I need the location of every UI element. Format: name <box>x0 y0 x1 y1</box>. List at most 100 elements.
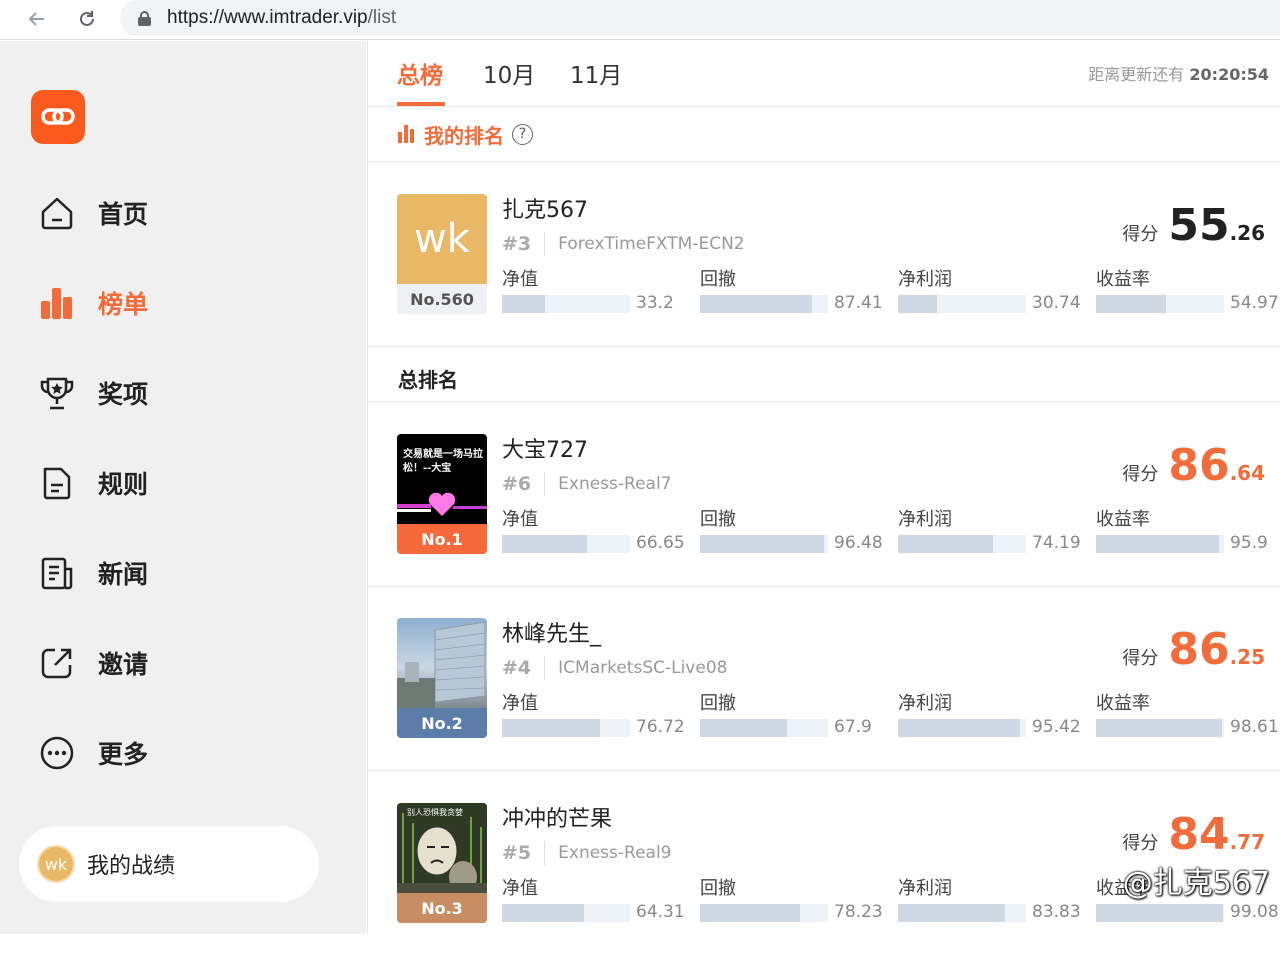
metric-bar-fill <box>502 535 588 553</box>
ranking-row[interactable]: 交易就是一场马拉松！--大宝 No.1 大宝727 #6 Exness-Real7… <box>368 402 1280 586</box>
metric: 回撤 78.23 <box>700 874 890 922</box>
tab-bar: 总榜 10月 11月 距离更新还有 20:20:54 <box>368 41 1280 107</box>
trader-name: 扎克567 <box>502 198 588 223</box>
sidebar: 首页 榜单 奖项 规则 新闻 邀请 更多 wk 我的战绩 <box>0 41 366 934</box>
metric-value: 87.41 <box>834 293 883 313</box>
rank-badge: No.560 <box>397 284 487 314</box>
rank-badge: No.1 <box>397 524 487 554</box>
metric-bar-fill <box>1096 295 1167 313</box>
url-text: https://www.imtrader.vip/list <box>167 7 397 28</box>
sidebar-item-rules[interactable]: 规则 <box>38 461 148 505</box>
metric-name: 收益率 <box>1096 269 1150 290</box>
metric-bar <box>898 719 1026 737</box>
metric: 净利润 83.83 <box>898 874 1088 922</box>
metric-bar <box>700 295 828 313</box>
metric-name: 净值 <box>502 509 538 530</box>
trader-server: ForexTimeFXTM-ECN2 <box>558 234 745 254</box>
metric-value: 96.48 <box>834 533 883 553</box>
trophy-icon <box>38 374 76 412</box>
metric-value: 78.23 <box>834 902 883 922</box>
trader-name: 大宝727 <box>502 438 588 463</box>
metric-value: 98.61 <box>1230 717 1279 737</box>
sidebar-item-label: 规则 <box>98 470 149 499</box>
metric-value: 54.97 <box>1230 293 1279 313</box>
metric-bar <box>1096 719 1224 737</box>
section-title: 总排名 <box>398 368 458 392</box>
metric-value: 30.74 <box>1032 293 1081 313</box>
score: 得分 84.77 <box>1122 809 1265 860</box>
score: 得分 86.25 <box>1122 624 1265 675</box>
metric: 收益率 54.97 <box>1096 265 1280 313</box>
trader-meta: #4 ICMarketsSC-Live08 <box>502 656 727 680</box>
main-content: 总榜 10月 11月 距离更新还有 20:20:54 我的排名 ? wk No.… <box>367 41 1280 934</box>
avatar: 交易就是一场马拉松！--大宝 No.1 <box>397 434 487 554</box>
metric-name: 回撤 <box>700 269 736 290</box>
sidebar-item-home[interactable]: 首页 <box>38 191 148 235</box>
metric-value: 67.9 <box>834 717 872 737</box>
my-rank-header: 我的排名 ? <box>368 107 1280 162</box>
sidebar-item-invite[interactable]: 邀请 <box>38 641 148 685</box>
metric-bar-fill <box>1096 535 1219 553</box>
metric-bar <box>1096 904 1224 922</box>
metric-name: 净利润 <box>898 509 952 530</box>
trader-rank: #3 <box>502 233 532 255</box>
sidebar-item-more[interactable]: 更多 <box>38 731 148 775</box>
metric-name: 回撤 <box>700 509 736 530</box>
bar-chart-icon <box>38 284 76 322</box>
metric-value: 95.9 <box>1230 533 1268 553</box>
metric-bar <box>502 904 630 922</box>
share-icon <box>38 644 76 682</box>
sidebar-item-label: 邀请 <box>98 650 149 679</box>
metric-name: 净利润 <box>898 878 952 899</box>
trader-server: ICMarketsSC-Live08 <box>558 658 728 678</box>
trader-meta: #3 ForexTimeFXTM-ECN2 <box>502 232 745 256</box>
reload-icon[interactable] <box>72 4 102 34</box>
my-rank-row[interactable]: wk No.560 扎克567 #3 ForexTimeFXTM-ECN2 净值 3… <box>368 162 1280 346</box>
metric: 收益率 98.61 <box>1096 689 1280 737</box>
metric: 净值 66.65 <box>502 505 692 553</box>
metric-bar-fill <box>700 719 787 737</box>
metric-bar <box>700 535 828 553</box>
metric: 收益率 95.9 <box>1096 505 1280 553</box>
metric-bar-fill <box>502 719 601 737</box>
trader-server: Exness-Real7 <box>558 474 672 494</box>
sidebar-item-awards[interactable]: 奖项 <box>38 371 148 415</box>
ranking-row[interactable]: No.2 林峰先生_ #4 ICMarketsSC-Live08 净值 76.72 回… <box>368 586 1280 770</box>
trader-name: 冲冲的芒果 <box>502 807 613 832</box>
sidebar-item-rankings[interactable]: 榜单 <box>38 281 148 325</box>
score: 得分 55.26 <box>1122 200 1265 251</box>
metric-bar <box>898 295 1026 313</box>
metric-value: 76.72 <box>636 717 685 737</box>
sidebar-item-label: 新闻 <box>98 560 149 589</box>
address-bar[interactable]: https://www.imtrader.vip/list <box>120 0 1280 36</box>
back-arrow-icon[interactable] <box>22 4 52 34</box>
metric-bar-fill <box>502 295 545 313</box>
metric-name: 回撤 <box>700 878 736 899</box>
avatar: 别人恐惧我贪婪 No.3 <box>397 803 487 923</box>
metric-bar-fill <box>502 904 585 922</box>
sidebar-item-label: 榜单 <box>98 290 149 319</box>
app-logo[interactable] <box>31 90 85 144</box>
tab-october[interactable]: 10月 <box>483 56 535 90</box>
my-rank-title: 我的排名 <box>424 123 504 148</box>
trader-server: Exness-Real9 <box>558 843 672 863</box>
tab-november[interactable]: 11月 <box>570 56 622 90</box>
metric: 净值 33.2 <box>502 265 692 313</box>
metric-name: 净利润 <box>898 693 952 714</box>
divider <box>368 346 1280 347</box>
metric-bar-fill <box>1096 719 1223 737</box>
tab-overall[interactable]: 总榜 <box>397 56 443 90</box>
metrics: 净值 76.72 回撤 67.9 净利润 95.42 收益率 98.61 <box>502 689 1279 739</box>
avatar: No.2 <box>397 618 487 738</box>
metric-value: 99.08 <box>1230 902 1279 922</box>
more-icon <box>38 734 76 772</box>
help-icon[interactable]: ? <box>512 123 533 145</box>
metric: 净利润 74.19 <box>898 505 1088 553</box>
metric-bar <box>502 719 630 737</box>
trader-meta: #5 Exness-Real9 <box>502 841 672 865</box>
metric-bar-fill <box>700 904 801 922</box>
metric-value: 95.42 <box>1032 717 1081 737</box>
my-performance-button[interactable]: wk 我的战绩 <box>19 826 319 902</box>
metric-bar <box>1096 295 1224 313</box>
sidebar-item-news[interactable]: 新闻 <box>38 551 148 595</box>
